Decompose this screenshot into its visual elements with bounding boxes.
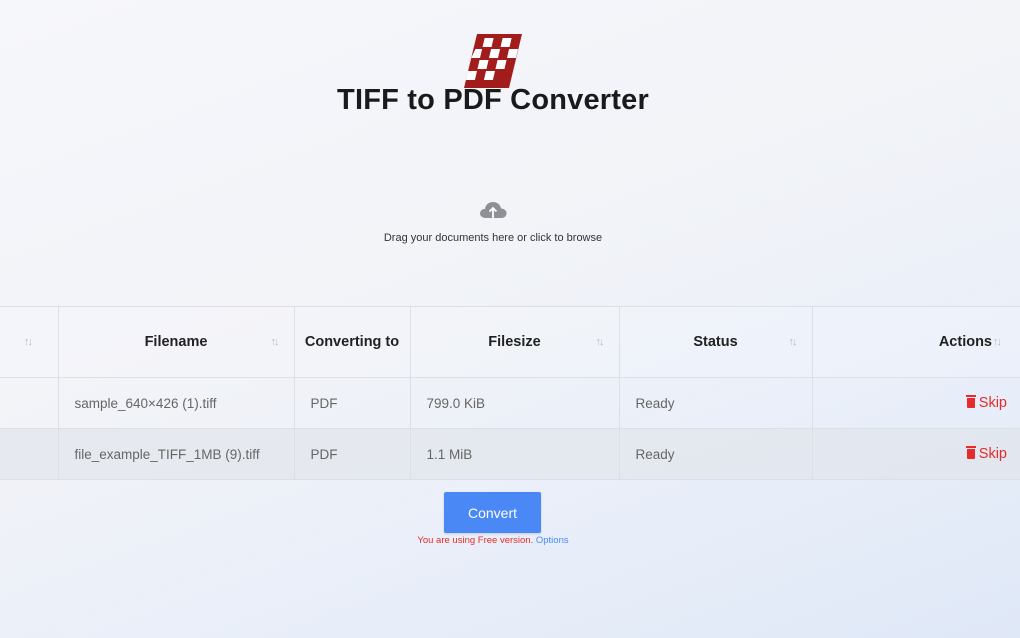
sort-icon[interactable]: ↑↓ (24, 336, 33, 348)
status-cell: Ready (618, 377, 812, 429)
row-index-cell (0, 428, 58, 480)
actions-cell: Skip (811, 428, 1020, 480)
skip-button[interactable]: Skip (965, 446, 1007, 462)
sort-icon[interactable]: ↑↓ (596, 336, 605, 348)
sort-icon[interactable]: ↑↓ (993, 336, 1002, 348)
target-format-cell: PDF (293, 377, 410, 429)
status-cell: Ready (618, 428, 812, 480)
column-header-label: Status (693, 334, 738, 350)
skip-label: Skip (978, 395, 1007, 411)
actions-cell: Skip (811, 377, 1020, 429)
column-header-label: Actions (938, 334, 992, 350)
skip-button[interactable]: Skip (965, 395, 1007, 411)
column-header-filesize[interactable]: Filesize ↑↓ (409, 306, 619, 378)
dropzone-text: Drag your documents here or click to bro… (383, 232, 603, 244)
column-header-label: Converting to (304, 334, 400, 350)
column-header-index[interactable]: ↑↓ (0, 306, 58, 378)
column-header-actions[interactable]: Actions ↑↓ (811, 306, 1020, 378)
cloud-upload-icon (480, 202, 507, 220)
trash-icon (965, 446, 976, 459)
target-format-cell: PDF (293, 428, 410, 480)
table-header-row: ↑↓ Filename ↑↓ Converting to Filesize ↑↓ S… (0, 306, 1020, 378)
filesize-cell: 799.0 KiB (409, 377, 619, 429)
filename-cell: file_example_TIFF_1MB (9).tiff (57, 428, 294, 480)
filesize-cell: 1.1 MiB (409, 428, 619, 480)
column-header-label: Filename (144, 334, 208, 350)
column-header-converting-to: Converting to (293, 306, 410, 378)
trash-icon (965, 395, 976, 408)
row-index-cell (0, 377, 58, 429)
sort-icon[interactable]: ↑↓ (271, 336, 280, 348)
file-dropzone[interactable]: Drag your documents here or click to bro… (340, 190, 646, 260)
page-title: TIFF to PDF Converter (337, 84, 649, 116)
convert-button[interactable]: Convert (444, 492, 541, 533)
options-link[interactable]: Options (536, 535, 569, 546)
table-row: sample_640×426 (1).tiff PDF 799.0 KiB Re… (0, 377, 1020, 429)
column-header-filename[interactable]: Filename ↑↓ (57, 306, 294, 378)
skip-label: Skip (978, 446, 1007, 462)
table-row: file_example_TIFF_1MB (9).tiff PDF 1.1 M… (0, 428, 1020, 480)
sort-icon[interactable]: ↑↓ (789, 336, 798, 348)
file-table: ↑↓ Filename ↑↓ Converting to Filesize ↑↓ S… (0, 306, 1020, 480)
column-header-status[interactable]: Status ↑↓ (618, 306, 812, 378)
app-logo-icon (464, 34, 522, 88)
free-version-text: You are using Free version. (417, 535, 534, 546)
column-header-label: Filesize (488, 334, 541, 350)
version-notice: You are using Free version. Options (0, 535, 986, 546)
filename-cell: sample_640×426 (1).tiff (57, 377, 294, 429)
